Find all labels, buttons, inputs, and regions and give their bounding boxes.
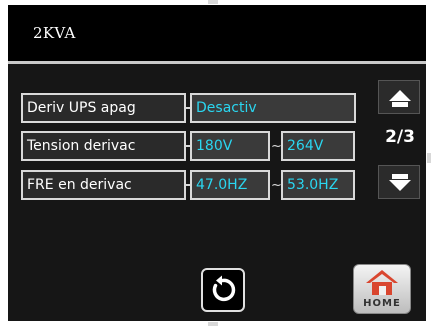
home-icon [366,270,398,295]
title-bar: 2KVA [8,5,426,61]
arrow-down-icon [389,174,411,191]
home-label: HOME [363,298,401,309]
bezel-notch [208,322,218,326]
bezel-notch [208,0,218,4]
bezel-notch [427,153,431,163]
refresh-icon [212,275,236,302]
refresh-button[interactable] [201,268,245,312]
page-up-button[interactable] [378,80,420,114]
frequency-max-field[interactable]: 53.0HZ [281,170,355,200]
bypass-voltage-label: Tension derivac [21,131,186,161]
voltage-max-field[interactable]: 264V [281,131,355,161]
arrow-up-icon [389,90,411,107]
bypass-label: Deriv UPS apag [21,93,186,123]
bypass-frequency-label: FRE en derivac [21,170,186,200]
page-title: 2KVA [33,24,76,42]
page-indicator: 2/3 [385,127,415,147]
voltage-min-field[interactable]: 180V [190,131,270,161]
bypass-value-field[interactable]: Desactiv [190,93,356,123]
home-button[interactable]: HOME [353,264,411,314]
page-down-button[interactable] [378,165,420,199]
frequency-min-field[interactable]: 47.0HZ [190,170,270,200]
ups-screen: 2KVA Deriv UPS apag Desactiv Tension der… [8,5,426,321]
